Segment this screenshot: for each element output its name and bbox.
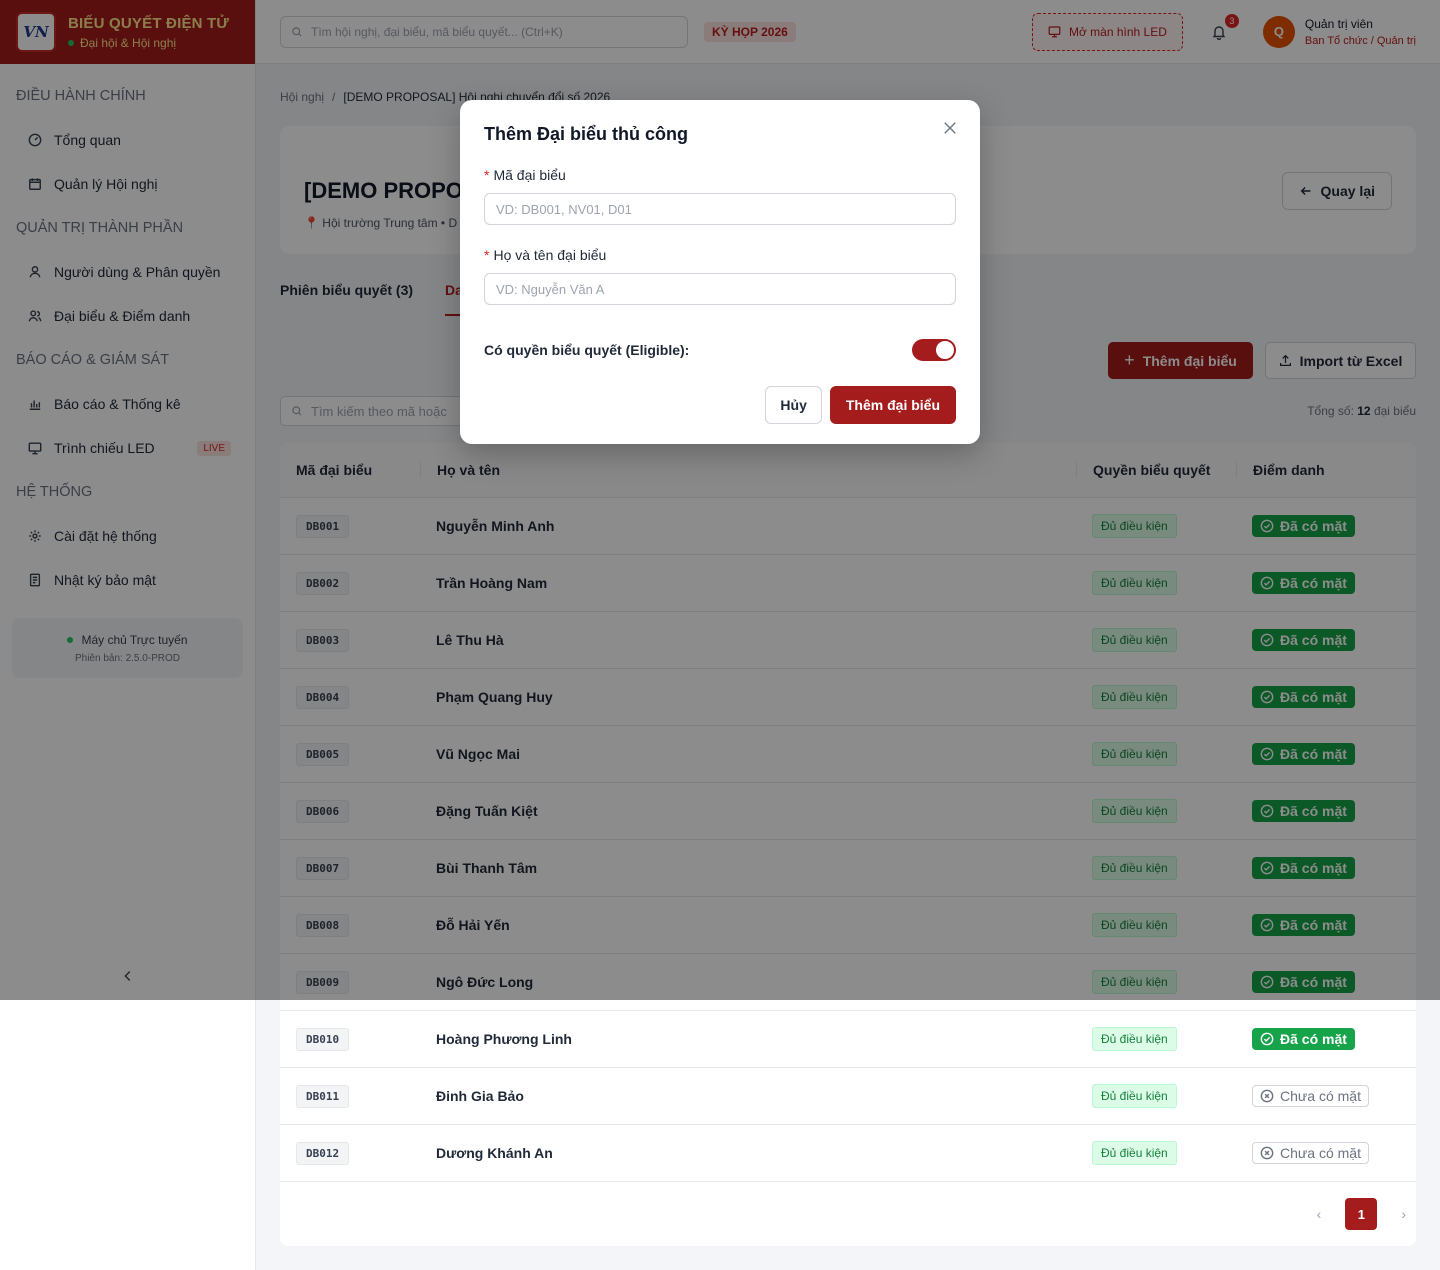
delegate-name: Hoàng Phương Linh [436,1031,572,1047]
eligibility-badge: Đủ điều kiện [1092,1027,1177,1051]
attendance-label: Đã có mặt [1280,1031,1347,1047]
required-mark: * [484,247,490,263]
x-circle-icon [1260,1146,1274,1160]
attendance-label: Chưa có mặt [1280,1145,1361,1161]
table-row[interactable]: DB012 Dương Khánh An Đủ điều kiện Chưa có m… [280,1125,1416,1182]
attendance-badge[interactable]: Chưa có mặt [1252,1085,1369,1107]
prev-page-button[interactable]: ‹ [1317,1206,1322,1222]
x-circle-icon [1260,1089,1274,1103]
eligible-row: Có quyền biểu quyết (Eligible): [484,339,956,361]
delegate-code-label: * Mã đại biểu [484,167,956,183]
eligibility-badge: Đủ điều kiện [1092,1084,1177,1108]
attendance-badge[interactable]: Đã có mặt [1252,1028,1355,1050]
delegate-code: DB010 [296,1027,350,1051]
eligible-label: Có quyền biểu quyết (Eligible): [484,342,690,358]
delegate-name-placeholder: VD: Nguyễn Văn A [496,281,605,297]
required-mark: * [484,167,490,183]
table-row[interactable]: DB011 Đinh Gia Bảo Đủ điều kiện Chưa có mặt [280,1068,1416,1125]
add-delegate-modal: Thêm Đại biểu thủ công * Mã đại biểu VD: … [460,100,980,444]
delegate-name-label-text: Họ và tên đại biểu [493,247,607,263]
cancel-button[interactable]: Hủy [765,386,822,424]
check-circle-icon [1260,1032,1274,1046]
modal-title: Thêm Đại biểu thủ công [484,124,689,144]
eligibility-badge: Đủ điều kiện [1092,1141,1177,1165]
next-page-button[interactable]: › [1401,1206,1406,1222]
delegate-name: Dương Khánh An [436,1145,553,1161]
delegate-name-label: * Họ và tên đại biểu [484,247,956,263]
close-icon[interactable] [940,118,960,138]
delegate-code-placeholder: VD: DB001, NV01, D01 [496,201,632,217]
submit-add-delegate-button[interactable]: Thêm đại biểu [829,386,956,424]
delegate-code: DB011 [296,1084,350,1108]
delegate-name: Đinh Gia Bảo [436,1088,524,1104]
modal-actions: Hủy Thêm đại biểu [765,386,956,424]
delegate-code-label-text: Mã đại biểu [493,167,566,183]
page-button-current[interactable]: 1 [1345,1198,1378,1230]
eligible-toggle[interactable] [912,339,956,361]
delegate-name-field[interactable]: VD: Nguyễn Văn A [484,273,956,305]
delegate-code: DB012 [296,1141,350,1165]
attendance-label: Chưa có mặt [1280,1088,1361,1104]
attendance-badge[interactable]: Chưa có mặt [1252,1142,1369,1164]
delegate-code-field[interactable]: VD: DB001, NV01, D01 [484,193,956,225]
table-row[interactable]: DB010 Hoàng Phương Linh Đủ điều kiện Đã có … [280,1011,1416,1068]
pagination: ‹ 1 › [280,1182,1416,1246]
